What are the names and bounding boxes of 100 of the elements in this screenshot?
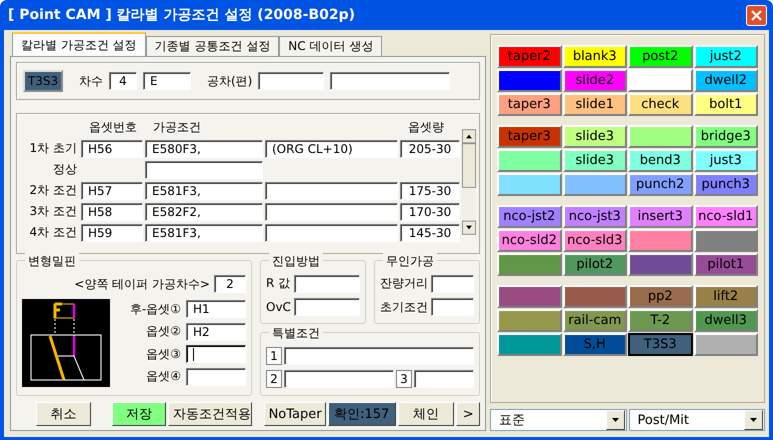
table-cell[interactable]: 205-30: [400, 140, 460, 158]
dropdown-value: 표준: [499, 412, 525, 429]
color-swatch[interactable]: [562, 285, 627, 308]
color-swatch[interactable]: bridge3: [694, 125, 758, 148]
color-swatch[interactable]: pilot1: [694, 253, 758, 276]
color-swatch[interactable]: rail-cam: [562, 309, 627, 332]
field-label: 옵셋④: [145, 368, 182, 386]
color-swatch[interactable]: dwell2: [694, 69, 758, 92]
color-swatch[interactable]: taper2: [497, 45, 562, 68]
input-field[interactable]: [414, 370, 474, 388]
color-swatch[interactable]: just2: [694, 45, 758, 68]
input-field[interactable]: [431, 298, 474, 316]
color-swatch[interactable]: [562, 173, 627, 196]
input-field[interactable]: E: [143, 72, 191, 90]
table-cell[interactable]: [145, 160, 263, 178]
color-swatch[interactable]: lift2: [694, 285, 758, 308]
input-field[interactable]: [284, 370, 394, 388]
input-field[interactable]: [330, 72, 450, 90]
input-field[interactable]: 2: [214, 275, 246, 293]
color-swatch[interactable]: [694, 333, 758, 356]
dropdown[interactable]: 표준: [490, 409, 626, 431]
color-swatch[interactable]: slide3: [562, 125, 627, 148]
dropdown[interactable]: Post/Mit: [628, 409, 765, 431]
color-swatch[interactable]: punch2: [628, 173, 692, 196]
color-swatch[interactable]: slide3: [562, 149, 627, 172]
color-swatch[interactable]: nco-sld2: [497, 229, 562, 252]
color-swatch[interactable]: [497, 173, 562, 196]
color-swatch[interactable]: check: [628, 93, 692, 116]
color-swatch[interactable]: dwell3: [694, 309, 758, 332]
color-swatch[interactable]: [497, 309, 562, 332]
button[interactable]: >: [456, 402, 480, 426]
color-swatch[interactable]: [628, 125, 692, 148]
column-header: 옵셋량: [407, 119, 445, 136]
color-swatch[interactable]: bend3: [628, 149, 692, 172]
color-swatch[interactable]: slide1: [562, 93, 627, 116]
color-swatch[interactable]: pp2: [628, 285, 692, 308]
table-cell[interactable]: H58: [81, 202, 143, 220]
table-cell[interactable]: (ORG CL+10): [265, 140, 398, 158]
color-swatch[interactable]: nco-sld1: [694, 205, 758, 228]
tab[interactable]: 기종별 공통조건 설정: [146, 36, 280, 56]
color-swatch[interactable]: insert3: [628, 205, 692, 228]
table-cell[interactable]: 175-30: [400, 182, 460, 200]
color-swatch[interactable]: [497, 333, 562, 356]
input-field[interactable]: [431, 274, 474, 293]
color-swatch[interactable]: [497, 253, 562, 276]
field-label: 옵셋③: [145, 346, 182, 363]
table-cell[interactable]: E581F3,: [145, 224, 263, 242]
button[interactable]: NoTaper: [264, 402, 326, 426]
input-field[interactable]: [258, 72, 324, 90]
input-field[interactable]: [294, 274, 360, 293]
input-field[interactable]: H2: [186, 322, 246, 341]
color-swatch[interactable]: [628, 253, 692, 276]
color-swatch[interactable]: T-2: [628, 309, 692, 332]
row-label: 정상: [52, 161, 78, 178]
color-swatch[interactable]: taper3: [497, 125, 562, 148]
color-swatch[interactable]: [497, 285, 562, 308]
table-cell[interactable]: 170-30: [400, 202, 460, 220]
input-field[interactable]: [284, 346, 474, 365]
row-label: 3차 조건: [28, 203, 78, 220]
button[interactable]: 취소: [36, 402, 91, 426]
input-field[interactable]: [186, 368, 246, 386]
button[interactable]: 자동조건적용: [168, 402, 252, 426]
color-swatch[interactable]: nco-sld3: [562, 229, 627, 252]
color-swatch[interactable]: [628, 69, 692, 92]
color-swatch[interactable]: punch3: [694, 173, 758, 196]
column-header: 옵셋번호: [88, 119, 138, 136]
table-cell[interactable]: H59: [81, 224, 143, 242]
color-swatch[interactable]: pilot2: [562, 253, 627, 276]
table-cell[interactable]: [265, 182, 398, 200]
color-swatch[interactable]: [628, 229, 692, 252]
color-swatch[interactable]: slide2: [562, 69, 627, 92]
close-button[interactable]: [746, 4, 767, 26]
input-field[interactable]: [186, 345, 246, 364]
table-cell[interactable]: 145-30: [400, 224, 460, 242]
color-swatch[interactable]: blank3: [562, 45, 627, 68]
row-label: 2차 조건: [28, 182, 78, 199]
color-swatch[interactable]: [497, 149, 562, 172]
color-swatch[interactable]: nco-jst2: [497, 205, 562, 228]
color-swatch[interactable]: [694, 229, 758, 252]
color-swatch[interactable]: post2: [628, 45, 692, 68]
table-cell[interactable]: E581F3,: [145, 182, 263, 200]
window-title: [ Point CAM ] 칼라별 가공조건 설정 (2008-B02p): [8, 6, 356, 24]
table-cell[interactable]: E582F2,: [145, 202, 263, 220]
input-field[interactable]: [294, 298, 360, 316]
table-cell[interactable]: H57: [81, 182, 143, 200]
button[interactable]: 저장: [112, 402, 166, 426]
tab[interactable]: 칼라별 가공조건 설정: [12, 32, 146, 56]
color-swatch[interactable]: nco-jst3: [562, 205, 627, 228]
table-cell[interactable]: [265, 202, 398, 220]
input-field[interactable]: H1: [186, 300, 246, 318]
tab[interactable]: NC 데이터 생성: [279, 36, 382, 56]
color-swatch[interactable]: bolt1: [694, 93, 758, 116]
table-cell[interactable]: E580F3,: [145, 140, 263, 158]
color-swatch[interactable]: taper3: [497, 93, 562, 116]
table-cell[interactable]: [265, 224, 398, 242]
button[interactable]: 체인: [398, 402, 454, 426]
color-swatch[interactable]: [497, 69, 562, 92]
color-swatch[interactable]: just3: [694, 149, 758, 172]
input-field[interactable]: 4: [109, 72, 137, 90]
table-cell[interactable]: H56: [81, 140, 143, 158]
